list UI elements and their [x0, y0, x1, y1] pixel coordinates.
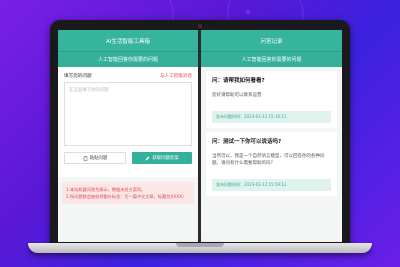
qa-card[interactable]: 问：测试一下你可以说话吗? 当然可以，我是一个自然语言模型，可以回答你的各种问题…	[206, 132, 337, 196]
submit-button[interactable]: 获取问题答案	[132, 152, 192, 164]
ai-chat-link[interactable]: 与人工智能对话	[160, 73, 192, 79]
laptop-notch	[176, 243, 224, 247]
camera-icon	[198, 24, 202, 28]
qa-card[interactable]: 问：请帮我如何看看? 您好请帮助可以联系运营 发布问题时间：2023-03-12…	[206, 71, 337, 128]
answer-text: 当然可以，我是一个自然语言模型，可以回答你的各种问题。请问有什么需要帮助的吗？	[212, 154, 325, 166]
question-text: 问：请帮我如何看看?	[212, 78, 265, 84]
question-input[interactable]: 在这里填写你的问题	[64, 82, 192, 146]
submit-button-label: 获取问题答案	[152, 156, 179, 161]
ask-actions: 粘贴问题 获取问题答案	[58, 146, 198, 170]
edit-icon	[145, 156, 150, 160]
question-timestamp: 发布问题时间：2023-03-12 15:59:12	[212, 179, 331, 191]
answer-text: 您好请帮助可以联系运营	[212, 93, 262, 98]
ask-header: 填写您的问题 与人工智能对话	[58, 67, 198, 82]
laptop-lid: AI生活智能工具箱 人工智能回答你需要的问题 填写您的问题 与人工智能对话 在这…	[50, 20, 350, 246]
clipboard-icon	[83, 155, 87, 161]
ask-form-content: 填写您的问题 与人工智能对话 在这里填写你的问题 粘贴问题 获取问题答案	[58, 67, 198, 170]
ask-label: 填写您的问题	[64, 74, 92, 79]
ask-window-title: AI生活智能工具箱	[58, 30, 198, 52]
history-subheader: 人工智能回答你需要的问题	[201, 52, 342, 67]
history-window-title: 问答记录	[201, 30, 342, 52]
laptop-screen: AI生活智能工具箱 人工智能回答你需要的问题 填写您的问题 与人工智能对话 在这…	[58, 30, 342, 242]
ask-panel: AI生活智能工具箱 人工智能回答你需要的问题 填写您的问题 与人工智能对话 在这…	[58, 30, 198, 242]
history-panel: 问答记录 人工智能回答你需要的问题 问：请帮我如何看看? 您好请帮助可以联系运营…	[201, 30, 342, 242]
notice-box: 1.本站机器问答为演示，数据未经方案同。 2.所问题都会被收到额外标签：写一篇中…	[62, 182, 194, 204]
paste-button-label: 粘贴问题	[89, 156, 108, 161]
question-timestamp: 发布问题时间：2023-03-12 15:16:11	[212, 111, 331, 123]
notice-line-1: 1.本站机器问答为演示，数据未经方案同。	[66, 187, 146, 192]
paste-button[interactable]: 粘贴问题	[64, 152, 126, 164]
notice-line-2: 2.所问题都会被收到额外标签：写一篇中文文章，标题为XXXX）	[66, 194, 187, 199]
ask-subheader: 人工智能回答你需要的问题	[58, 52, 198, 67]
question-text: 问：测试一下你可以说话吗?	[212, 139, 282, 145]
